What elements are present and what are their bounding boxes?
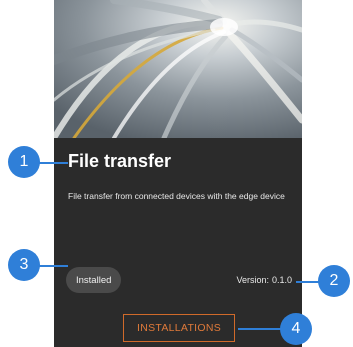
version-value: 0.1.0 [271,275,292,285]
app-title: File transfer [68,151,172,171]
callout-marker-1: 1 [8,146,40,178]
installations-button[interactable]: INSTALLATIONS [123,314,236,342]
app-description: File transfer from connected devices wit… [68,191,285,201]
callout-marker-2: 2 [318,265,350,297]
callout-marker-3: 3 [8,249,40,281]
callout-marker-4: 4 [280,313,312,345]
version-label: Version: [236,275,269,285]
tunnel-light-streaks-image [54,0,302,138]
version-info: Version: 0.1.0 [233,275,292,285]
hero-image [54,0,302,138]
status-badge: Installed [66,267,122,293]
app-card: File transfer File transfer from connect… [54,0,302,347]
